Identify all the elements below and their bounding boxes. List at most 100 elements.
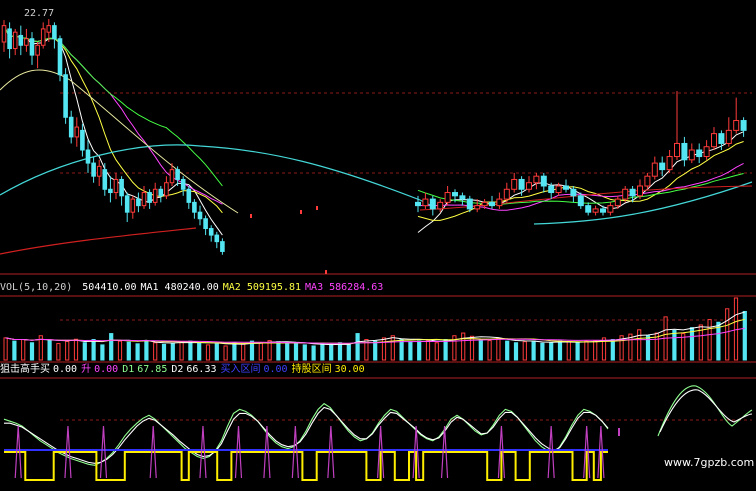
volume-bar [311, 345, 316, 361]
volume-bar [56, 343, 61, 361]
candle-body [52, 25, 57, 40]
volume-bar [258, 341, 263, 361]
volume-bar [742, 310, 747, 361]
volume-bar [461, 332, 466, 361]
indicator-legend-name: D2 [171, 364, 184, 375]
candle-body [141, 192, 147, 207]
candle-body [91, 162, 96, 177]
volume-bar [399, 339, 404, 361]
price-marker [325, 270, 327, 274]
price-marker [316, 206, 318, 210]
volume-bar [170, 342, 175, 361]
volume-bar [126, 341, 131, 361]
buy-signal-marker [618, 428, 620, 436]
volume-bar [610, 339, 615, 361]
candle-body [496, 198, 503, 207]
candle-body [725, 129, 732, 144]
candle-body [158, 188, 164, 197]
candle-body [570, 188, 577, 197]
candle-body [718, 133, 725, 144]
candle-body [147, 192, 152, 203]
volume-bar [223, 345, 228, 361]
candle-body [422, 198, 429, 207]
candle-body [429, 198, 436, 210]
candle-body [526, 182, 532, 190]
candle-body [629, 188, 636, 197]
candle-body [74, 126, 80, 138]
volume-bar [355, 333, 360, 361]
volume-bar [205, 344, 211, 361]
candle-body [169, 169, 175, 184]
candle-body [577, 195, 584, 207]
watermark: www.7gpzb.com [664, 456, 755, 469]
indicator-legend-value: 67.85 [137, 364, 168, 375]
volume-bar [733, 297, 739, 361]
volume-bar [531, 340, 536, 361]
volume-bar [425, 340, 431, 361]
candle-body [503, 188, 510, 200]
indicator-legend-value: 66.33 [186, 364, 217, 375]
candle-body [681, 142, 688, 161]
candle-body [466, 198, 473, 210]
candle-body [192, 201, 197, 213]
candle-body [119, 178, 124, 197]
candle-body [511, 178, 518, 190]
volume-bar [293, 343, 299, 361]
indicator-legend-name: 持股区间 [291, 364, 332, 375]
candle-body [24, 38, 29, 46]
candle-body [68, 116, 74, 138]
volume-legend-item: MA2 509195.81 [222, 282, 302, 293]
candle-body [136, 198, 141, 207]
volume-bar [241, 343, 246, 361]
volume-bar [161, 343, 167, 361]
candle-body [489, 201, 495, 207]
volume-bar [320, 343, 325, 361]
volume-bar [434, 342, 439, 361]
candle-body [733, 120, 740, 131]
volume-bar [637, 329, 642, 361]
volume-bar [725, 308, 730, 361]
volume-bar [513, 342, 519, 361]
volume-bar [337, 342, 343, 361]
chart-canvas[interactable] [0, 0, 756, 487]
d1-line [657, 385, 753, 437]
candle-body [563, 185, 569, 190]
volume-bar [443, 339, 448, 361]
candle-body [740, 120, 747, 131]
candle-body [555, 185, 562, 194]
price-high-label: 22.77 [24, 8, 55, 19]
indicator-legend-value: 0.00 [263, 364, 288, 375]
volume-bar [549, 342, 554, 361]
candle-body [164, 182, 169, 197]
candle-body [474, 205, 481, 210]
candle-body [481, 201, 488, 207]
candle-body [180, 178, 186, 190]
volume-bar [540, 342, 545, 361]
volume-bar [197, 342, 202, 361]
volume-bar [135, 343, 140, 361]
price-marker [300, 210, 302, 214]
candle-body [57, 38, 63, 76]
ma-long-line [0, 69, 239, 214]
volume-bar [91, 339, 96, 361]
volume-bar [329, 343, 334, 361]
ma60-line [0, 144, 431, 206]
candle-body [1, 25, 7, 43]
volume-bar [408, 341, 413, 361]
candle-body [666, 156, 673, 171]
volume-bar [672, 329, 677, 361]
volume-bar [188, 340, 193, 361]
candle-body [600, 208, 606, 213]
stock-chart-terminal: 22.77 VOL(5,10,20) 504410.00 MA1 480240.0… [0, 0, 756, 487]
volume-bar [487, 340, 492, 361]
volume-legend-item: MA3 586284.63 [305, 282, 384, 293]
candle-body [533, 175, 540, 184]
volume-bar [593, 340, 598, 361]
candle-body [208, 228, 214, 236]
candle-body [124, 195, 130, 213]
candle-body [220, 241, 225, 252]
volume-bar [575, 342, 580, 361]
volume-bar [584, 340, 589, 361]
volume-bar [381, 337, 387, 361]
candle-body [46, 25, 52, 33]
